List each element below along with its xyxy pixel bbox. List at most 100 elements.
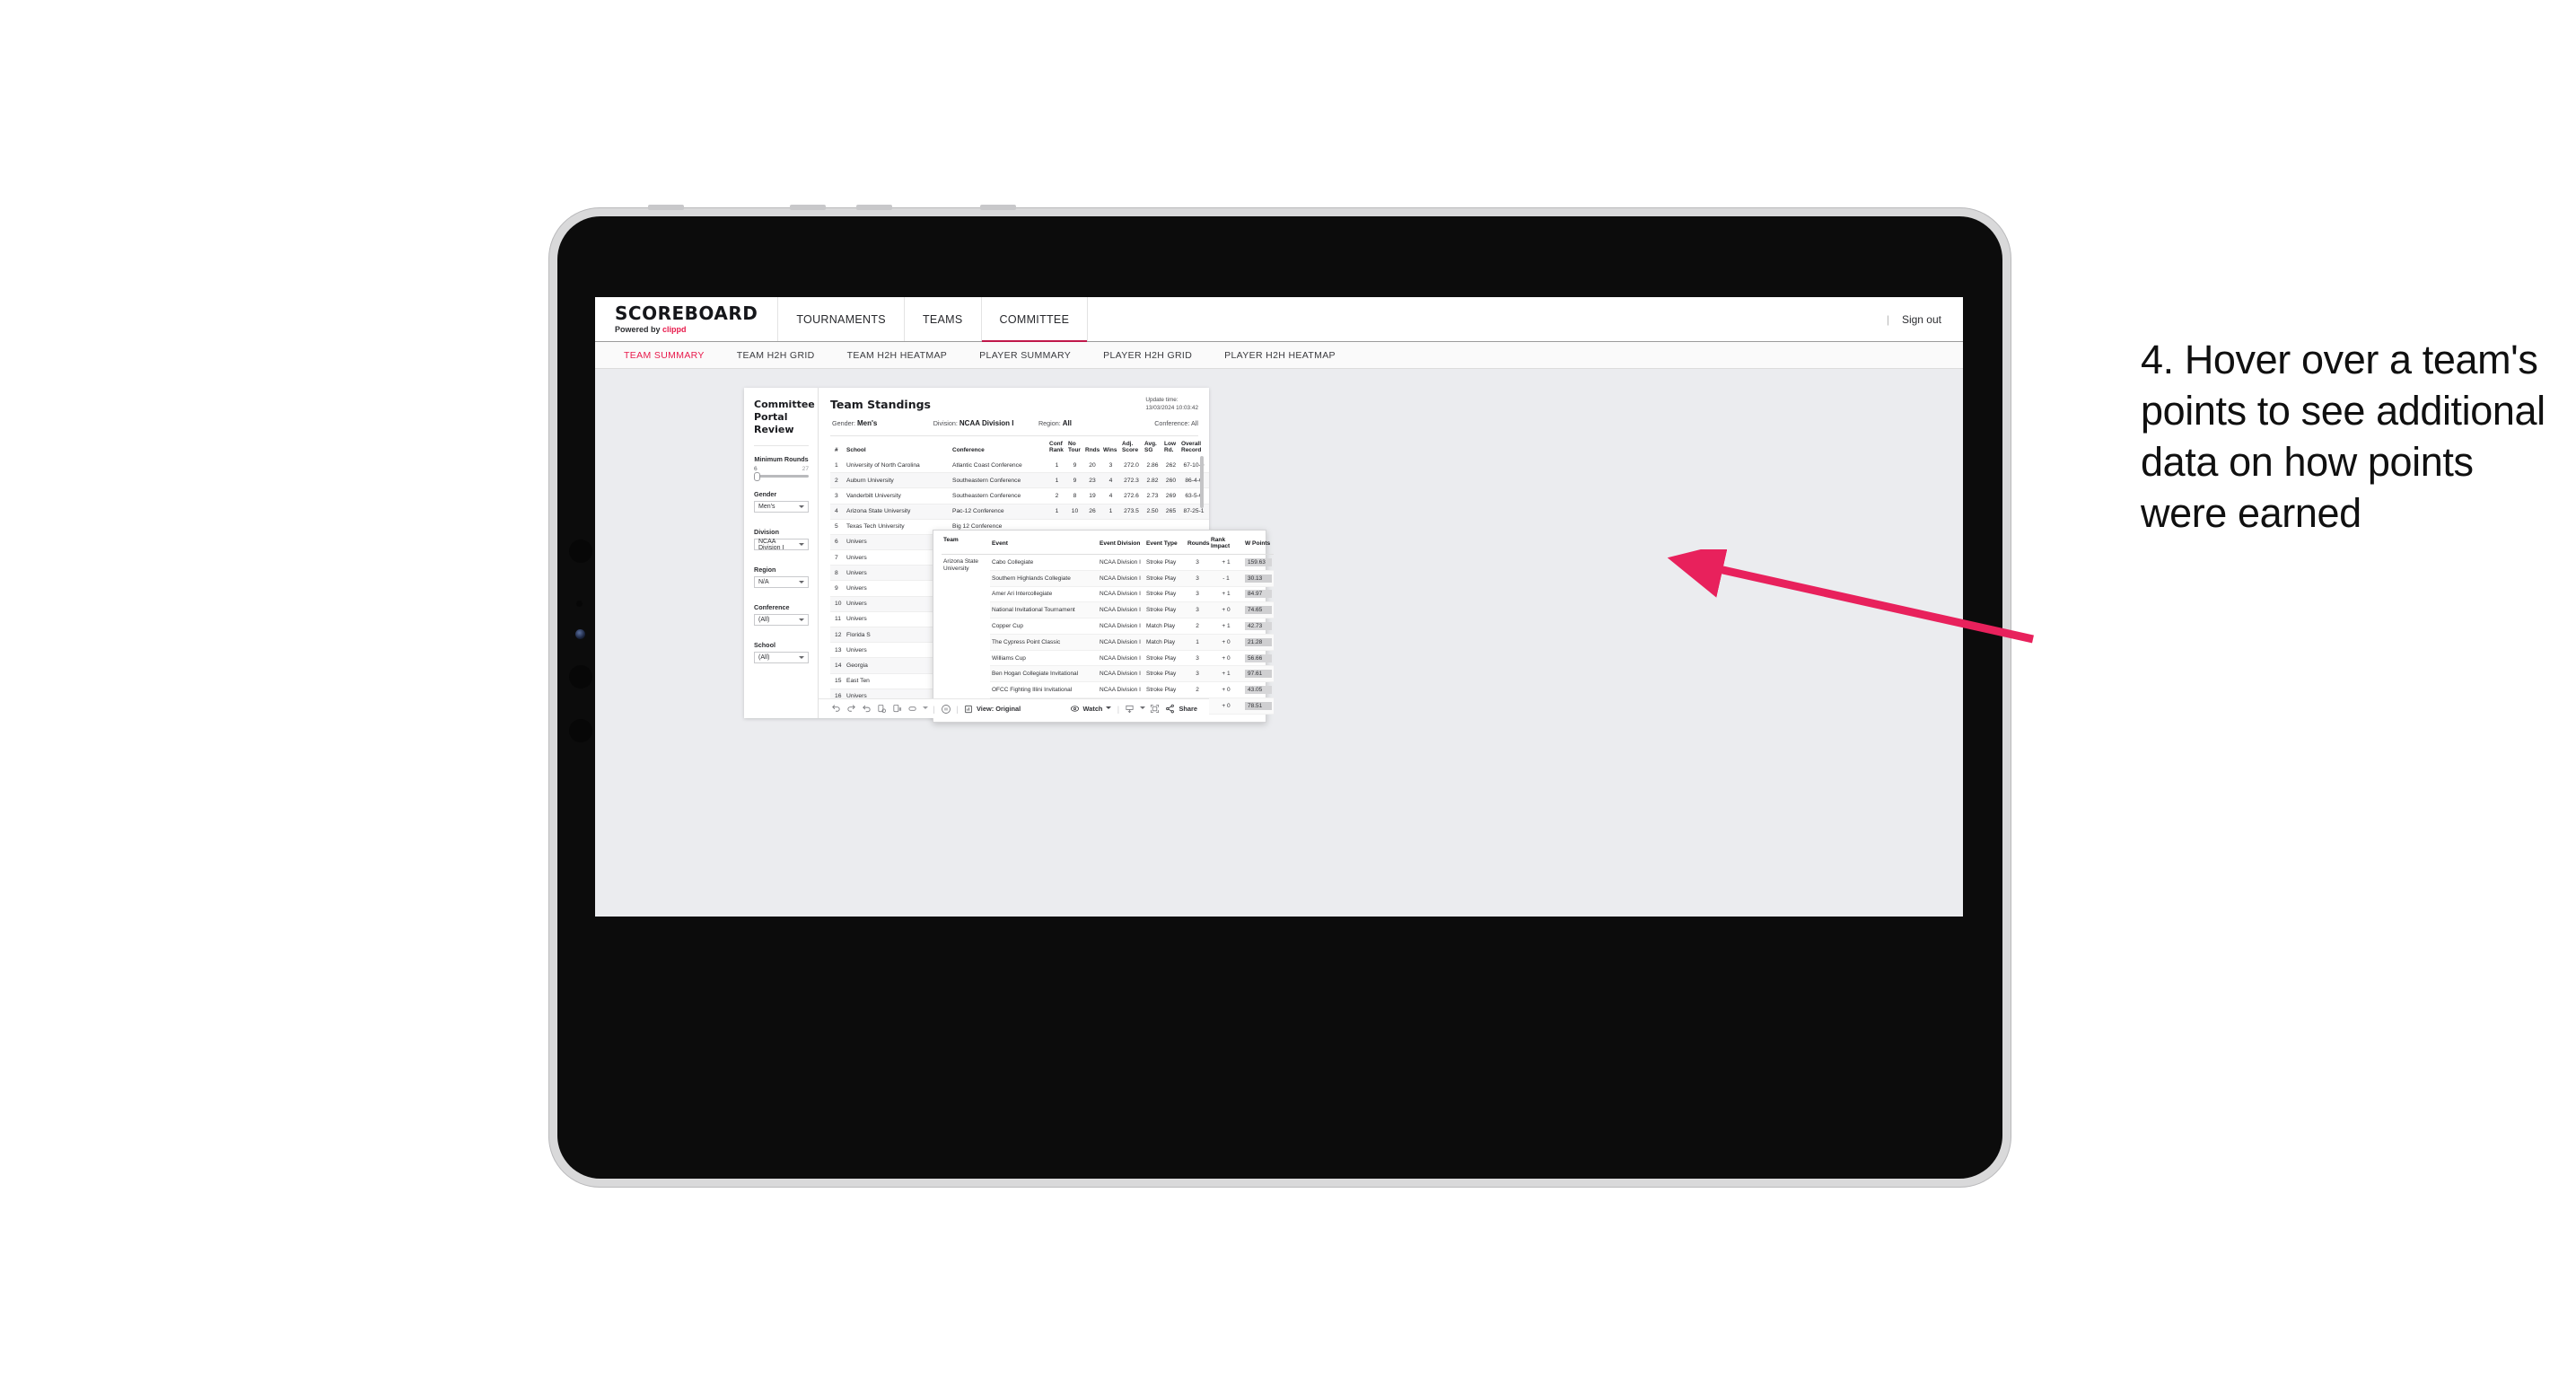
gender-filter-select[interactable]: Men's — [754, 501, 809, 513]
filter-summary-conference-label: Conference: — [1154, 419, 1191, 427]
toolbar-separator-2: | — [956, 704, 959, 714]
sub-tab-player-summary[interactable]: PLAYER SUMMARY — [963, 350, 1087, 361]
sub-tab-player-h2h-heatmap[interactable]: PLAYER H2H HEATMAP — [1208, 350, 1352, 361]
cell-rank: 4 — [830, 504, 845, 520]
cell-overall-record: 87-25-1 — [1179, 504, 1208, 520]
cell-rank: 13 — [830, 642, 845, 659]
clippd-name: clippd — [662, 325, 687, 334]
share-button[interactable]: Share — [1162, 704, 1200, 714]
redo-icon[interactable] — [844, 703, 859, 715]
division-filter-select[interactable]: NCAA Division I — [754, 539, 809, 551]
tooltip-cell-event-division: NCAA Division I — [1098, 601, 1144, 619]
tooltip-cell-w-points: 84.97 — [1243, 586, 1274, 603]
cell-overall-record: 67-10-0 — [1179, 457, 1208, 474]
cell-rank: 1 — [830, 457, 845, 474]
cell-rank: 12 — [830, 627, 845, 644]
cell-conf-rank: 2 — [1047, 487, 1066, 504]
cell-vs-top-25: 28-5-0 — [1208, 487, 1209, 504]
chevron-down-icon — [799, 618, 804, 622]
brand-logo[interactable]: SCOREBOARD Powered by clippd — [595, 297, 779, 341]
fullscreen-icon[interactable] — [1147, 703, 1162, 715]
pause-auto-update-icon[interactable] — [938, 703, 953, 715]
download-dropdown-icon[interactable] — [1137, 703, 1147, 715]
tooltip-cell-event: Southern Highlands Collegiate — [990, 570, 1098, 587]
col-rank: # — [835, 447, 838, 454]
min-rounds-slider-handle[interactable] — [754, 471, 760, 481]
col-adj-score: Adj. Score — [1122, 441, 1139, 454]
tooltip-cell-rank-impact: + 1 — [1209, 665, 1243, 683]
min-rounds-high-value: 27 — [802, 466, 809, 473]
tooltip-cell-rank-impact: + 1 — [1209, 586, 1243, 603]
col-avg-sg: Avg. SG — [1144, 441, 1157, 454]
tooltip-table-body: Arizona State University Cabo Collegiate N… — [942, 554, 1274, 715]
cell-conf-rank: 1 — [1047, 457, 1066, 474]
tooltip-cell-event: OFCC Fighting Illini Invitational — [990, 681, 1098, 699]
w-points-value: 78.51 — [1245, 701, 1272, 710]
min-rounds-slider[interactable] — [754, 471, 809, 481]
chevron-down-icon — [799, 656, 804, 660]
table-row[interactable]: 2 Auburn University Southeastern Conferenc… — [830, 472, 1209, 489]
tooltip-cell-event-type: Stroke Play — [1144, 570, 1186, 587]
tooltip-cell-event-type: Stroke Play — [1144, 681, 1186, 699]
tooltip-cell-rounds: 2 — [1186, 681, 1209, 699]
volume-button-2[interactable] — [790, 205, 826, 210]
highlight-dropdown-icon[interactable] — [920, 703, 930, 715]
cell-conference: Southeastern Conference — [951, 472, 1047, 489]
nav-tab-tournaments[interactable]: TOURNAMENTS — [778, 297, 905, 341]
power-button[interactable] — [980, 205, 1016, 210]
region-filter-value: N/A — [758, 579, 769, 586]
cell-rank: 3 — [830, 487, 845, 504]
nav-tab-teams[interactable]: TEAMS — [905, 297, 982, 341]
sign-out-area[interactable]: | Sign out — [1865, 297, 1963, 341]
pause-updates-icon[interactable] — [889, 703, 905, 715]
filter-summary-division-label: Division: — [933, 419, 959, 427]
cell-adj-score: 273.5 — [1120, 504, 1143, 520]
sub-tab-team-h2h-heatmap[interactable]: TEAM H2H HEATMAP — [831, 350, 964, 361]
nav-tab-committee[interactable]: COMMITTEE — [981, 297, 1089, 342]
tooltip-cell-w-points: 74.65 — [1243, 601, 1274, 619]
highlight-icon[interactable] — [905, 703, 920, 715]
cell-overall-record: 63-5-0 — [1179, 487, 1208, 504]
table-row[interactable]: 3 Vanderbilt University Southeastern Confe… — [830, 487, 1209, 504]
region-filter-select[interactable]: N/A — [754, 576, 809, 589]
cell-conference: Pac-12 Conference — [951, 504, 1047, 520]
volume-button-3[interactable] — [856, 205, 892, 210]
download-icon[interactable] — [1122, 703, 1137, 715]
col-school: School — [846, 447, 866, 454]
standings-header-row: # School Conference Conf Rank No Tour Rnds… — [830, 441, 1209, 458]
tooltip-cell-w-points: 97.61 — [1243, 665, 1274, 683]
view-original-button[interactable]: View: Original — [961, 705, 1023, 714]
tooltip-cell-w-points: 78.51 — [1243, 697, 1274, 715]
table-row[interactable]: 4 Arizona State University Pac-12 Conferen… — [830, 504, 1209, 520]
update-time-value: 13/03/2024 10:03:42 — [1145, 405, 1198, 412]
chevron-down-icon — [799, 581, 804, 584]
volume-button-1[interactable] — [648, 205, 684, 210]
revert-icon[interactable] — [859, 703, 874, 715]
w-points-value: 21.28 — [1245, 637, 1272, 646]
workbook-body: Committee Portal Review Minimum Rounds 6… — [744, 388, 1274, 723]
undo-icon[interactable] — [828, 703, 844, 715]
watch-button[interactable]: Watch — [1067, 704, 1115, 714]
cell-low-rd: 269 — [1162, 487, 1179, 504]
sub-tab-player-h2h-grid[interactable]: PLAYER H2H GRID — [1087, 350, 1208, 361]
sub-tab-team-h2h-grid[interactable]: TEAM H2H GRID — [721, 350, 831, 361]
conference-filter-select[interactable]: (All) — [754, 614, 809, 627]
tooltip-cell-w-points: 30.13 — [1243, 570, 1274, 587]
tooltip-cell-w-points: 43.05 — [1243, 681, 1274, 699]
col-low-rd: Low Rd. — [1164, 441, 1176, 454]
cell-rnds: 26 — [1083, 504, 1101, 520]
table-row[interactable]: 1 University of North Carolina Atlantic Co… — [830, 457, 1209, 474]
tooltip-cell-rank-impact: + 0 — [1209, 681, 1243, 699]
sub-tab-team-summary[interactable]: TEAM SUMMARY — [608, 350, 721, 361]
school-filter-select[interactable]: (All) — [754, 652, 809, 664]
vertical-scrollbar[interactable] — [1200, 456, 1204, 508]
cell-rank: 7 — [830, 549, 845, 566]
tooltip-cell-event-division: NCAA Division I — [1098, 650, 1144, 667]
sign-out-link[interactable]: Sign out — [1902, 313, 1941, 326]
col-rnds: Rnds — [1085, 447, 1100, 454]
tooltip-row: Ben Hogan Collegiate Invitational NCAA Di… — [942, 665, 1274, 683]
refresh-data-icon[interactable] — [874, 703, 889, 715]
cell-rank: 2 — [830, 472, 845, 489]
eye-icon — [1070, 706, 1079, 712]
cell-rank: 8 — [830, 565, 845, 582]
